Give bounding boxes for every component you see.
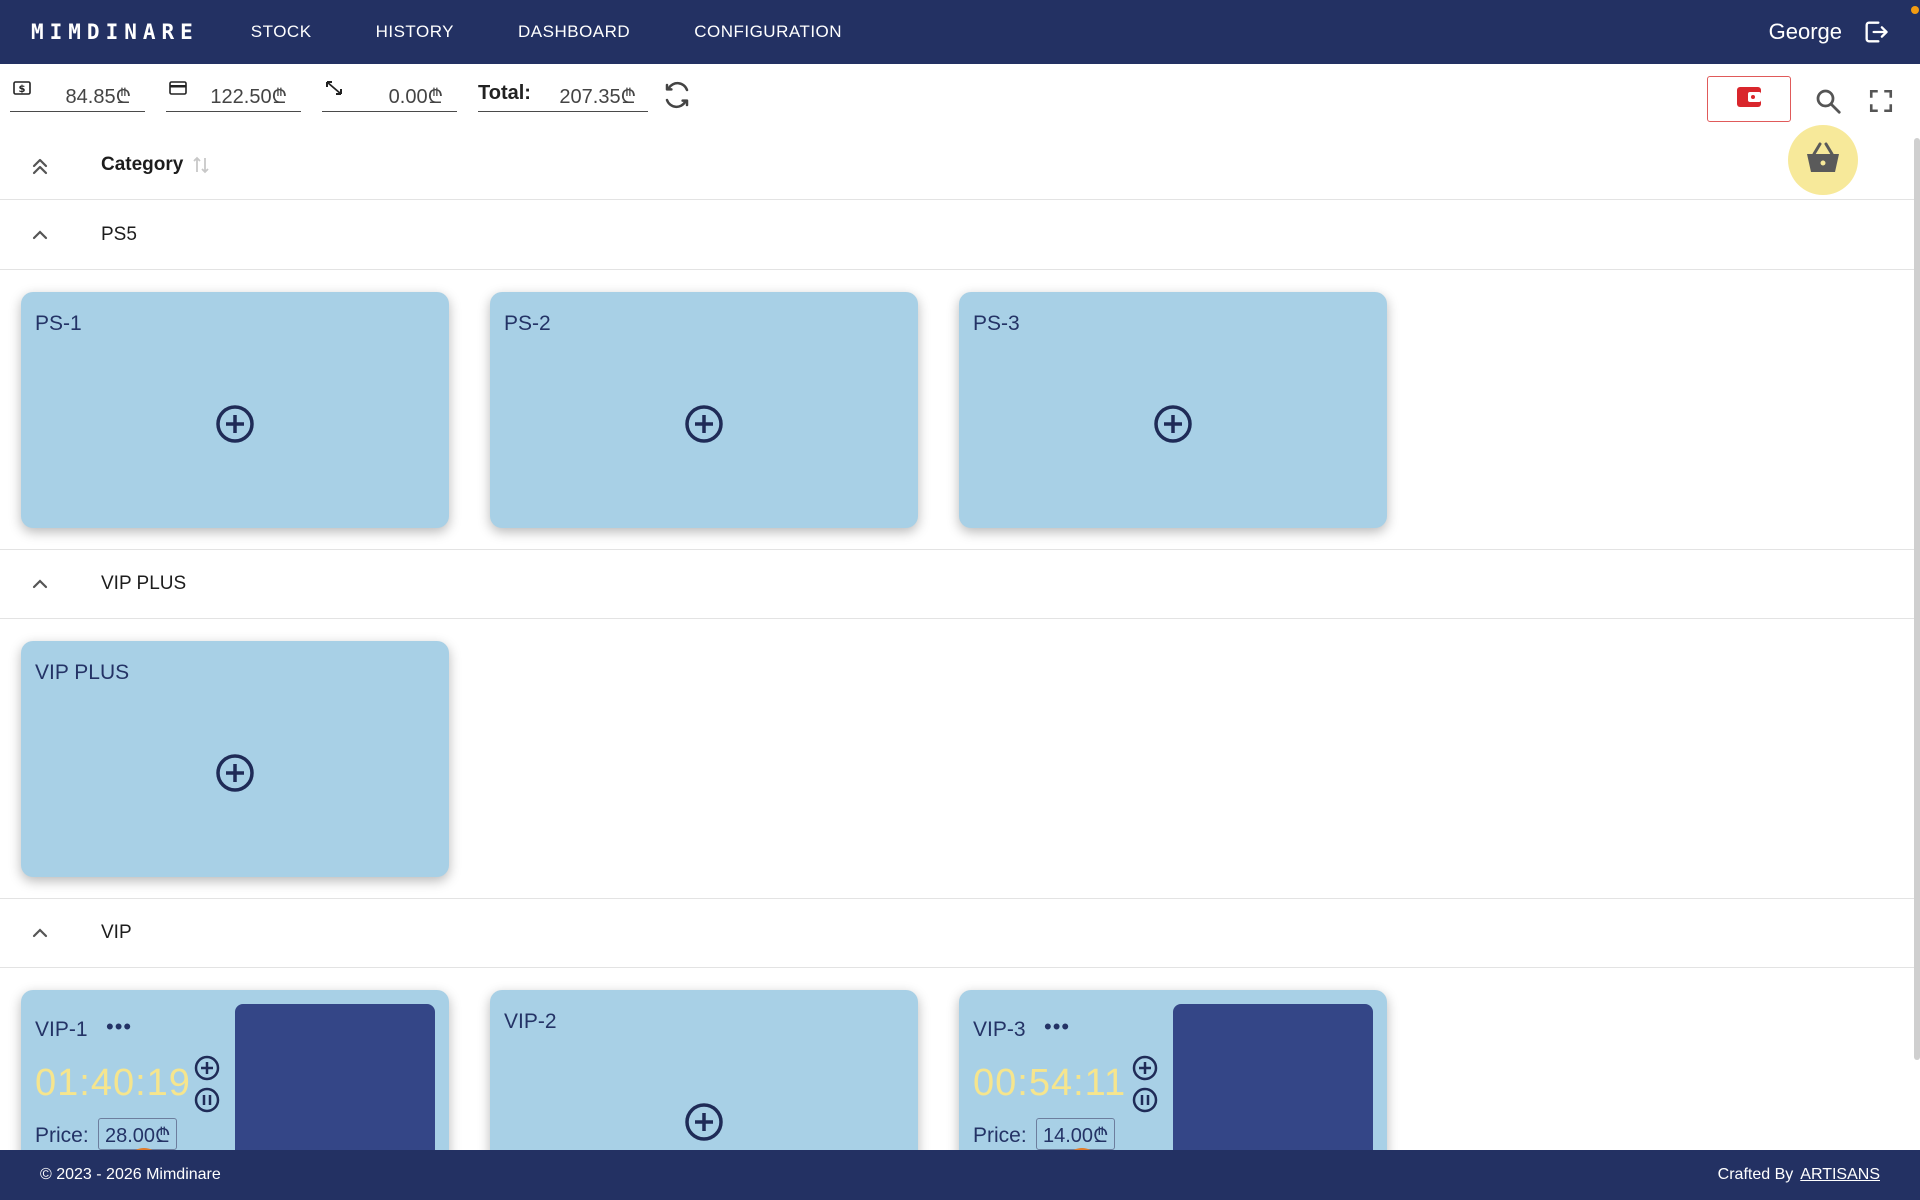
plus-circle-icon[interactable] [1151, 402, 1195, 446]
card-total-value: 122.50₾ [210, 86, 287, 108]
session-timer: 01:40:19 [35, 1062, 191, 1104]
card-name: VIP-1 [35, 1018, 88, 1041]
group-title: VIP [101, 922, 132, 943]
session-timer: 00:54:11 [973, 1062, 1127, 1104]
category-column-header[interactable]: Category [101, 154, 183, 176]
price-label: Price: [973, 1124, 1027, 1147]
fullscreen-icon[interactable] [1868, 88, 1896, 116]
transfer-arrows-icon [324, 80, 344, 96]
chevron-up-icon[interactable] [28, 572, 52, 596]
top-navbar: MIMDINARE STOCK HISTORY DASHBOARD CONFIG… [0, 0, 1920, 64]
notification-dot [1911, 6, 1919, 14]
plus-circle-icon[interactable] [213, 751, 257, 795]
session-card[interactable]: PS-3 [959, 292, 1387, 528]
wallet-icon [1735, 85, 1763, 114]
session-card[interactable]: PS-2 [490, 292, 918, 528]
group-header-vip-plus[interactable]: VIP PLUS [0, 549, 1914, 619]
plus-circle-icon[interactable] [682, 1100, 726, 1144]
session-card[interactable]: VIP-2 [490, 990, 918, 1150]
collapse-all-icon[interactable] [28, 154, 52, 178]
cash-total-value: 84.85₾ [65, 86, 131, 108]
nav-history[interactable]: HISTORY [376, 22, 454, 42]
price-value[interactable]: 14.00₾ [1036, 1118, 1116, 1150]
sessions-content: Category PS5 PS-1 PS-2 PS-3 VIP PLUS VIP… [0, 130, 1914, 1150]
copyright-text: © 2023 - 2026 Mimdinare [40, 1166, 221, 1183]
logout-icon[interactable] [1862, 18, 1890, 46]
plus-circle-icon[interactable] [682, 402, 726, 446]
card-name: PS-1 [35, 312, 82, 335]
brand-logo[interactable]: MIMDINARE [31, 20, 199, 44]
transfer-total-field: 0.00₾ [322, 78, 457, 112]
user-name[interactable]: George [1769, 19, 1842, 45]
group-title: PS5 [101, 223, 137, 245]
card-name: PS-3 [973, 312, 1020, 335]
footer: © 2023 - 2026 Mimdinare Crafted By ARTIS… [0, 1150, 1920, 1200]
price-label: Price: [35, 1124, 89, 1147]
session-card[interactable]: PS-1 [21, 292, 449, 528]
pause-icon[interactable] [1131, 1086, 1159, 1114]
card-name: VIP-2 [504, 1010, 557, 1033]
session-side-panel [235, 1004, 435, 1150]
add-time-icon[interactable] [193, 1054, 221, 1082]
group-header-ps5[interactable]: PS5 [0, 200, 1914, 270]
artisans-link[interactable]: ARTISANS [1800, 1166, 1880, 1184]
grand-total-field: Total: 207.35₾ [478, 78, 648, 112]
nav-links: STOCK HISTORY DASHBOARD CONFIGURATION [219, 22, 874, 42]
chevron-up-icon[interactable] [28, 921, 52, 945]
cash-icon: $ [12, 80, 32, 96]
totals-toolbar: $ 84.85₾ 122.50₾ 0.00₾ Total: 207.35₾ [0, 64, 1920, 130]
search-icon[interactable] [1813, 86, 1843, 116]
refresh-icon[interactable] [662, 80, 692, 110]
total-label: Total: [478, 82, 531, 104]
transfer-total-value: 0.00₾ [388, 86, 443, 108]
wallet-button[interactable] [1707, 76, 1791, 122]
card-name: PS-2 [504, 312, 551, 335]
category-header-row: Category [0, 130, 1914, 200]
svg-text:$: $ [19, 84, 26, 95]
pause-icon[interactable] [193, 1086, 221, 1114]
card-name: VIP PLUS [35, 661, 130, 684]
crafted-by: Crafted By ARTISANS [1718, 1166, 1880, 1184]
more-options-icon[interactable]: ••• [106, 1016, 132, 1038]
card-name: VIP-3 [973, 1018, 1026, 1041]
user-area: George [1769, 0, 1890, 64]
chevron-up-icon[interactable] [28, 223, 52, 247]
credit-card-icon [168, 80, 188, 96]
sort-icon[interactable] [192, 155, 210, 175]
card-total-field: 122.50₾ [166, 78, 301, 112]
add-time-icon[interactable] [1131, 1054, 1159, 1082]
plus-circle-icon[interactable] [213, 402, 257, 446]
session-side-panel [1173, 1004, 1373, 1150]
crafted-by-label: Crafted By [1717, 1166, 1794, 1183]
more-options-icon[interactable]: ••• [1044, 1016, 1070, 1038]
nav-stock[interactable]: STOCK [251, 22, 312, 42]
session-card[interactable]: VIP PLUS [21, 641, 449, 877]
price-value[interactable]: 28.00₾ [98, 1118, 178, 1150]
session-card-active[interactable]: VIP-1 ••• 01:40:19 Price: 28.00₾ [21, 990, 449, 1150]
nav-dashboard[interactable]: DASHBOARD [518, 22, 630, 42]
cash-total-field: $ 84.85₾ [10, 78, 145, 112]
nav-configuration[interactable]: CONFIGURATION [694, 22, 842, 42]
session-card-active[interactable]: VIP-3 ••• 00:54:11 Price: 14.00₾ [959, 990, 1387, 1150]
vertical-scrollbar[interactable] [1914, 138, 1920, 1060]
group-header-vip[interactable]: VIP [0, 898, 1914, 968]
group-title: VIP PLUS [101, 573, 187, 594]
total-value: 207.35₾ [559, 86, 636, 108]
